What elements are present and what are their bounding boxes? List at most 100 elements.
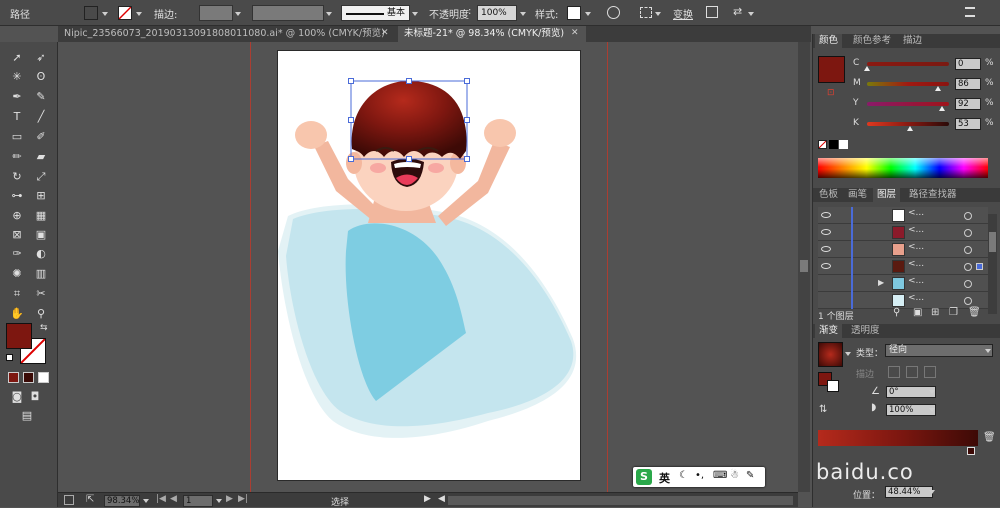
selection-indicator[interactable]: [976, 263, 983, 270]
gradient-preset-arrow[interactable]: [845, 352, 851, 356]
fill-dropdown-arrow[interactable]: [102, 12, 108, 16]
tab-untitled-21[interactable]: 未标题-21* @ 98.34% (CMYK/预览): [398, 26, 586, 42]
symbol-sprayer-icon[interactable]: ✺: [8, 266, 26, 282]
reverse-gradient-icon[interactable]: ⇅: [819, 404, 827, 415]
opacity-arrow[interactable]: [520, 12, 526, 16]
next-artboard-icon[interactable]: ▶: [226, 494, 233, 504]
none-color-swatch[interactable]: [818, 140, 827, 149]
locate-object-icon[interactable]: ⚲: [893, 307, 900, 318]
ime-moon-icon[interactable]: ☾: [679, 470, 688, 481]
eraser-tool-icon[interactable]: ▰: [32, 149, 50, 165]
transform-icon[interactable]: [706, 6, 718, 18]
default-colors-icon[interactable]: [6, 354, 13, 361]
zoom-tool-icon[interactable]: ⚲: [32, 306, 50, 322]
close-icon[interactable]: ✕: [381, 28, 389, 38]
slice-tool-icon[interactable]: ✂: [32, 286, 50, 302]
tab-transparency[interactable]: 透明度: [847, 324, 884, 338]
channel-value-k[interactable]: 53: [955, 118, 981, 130]
layer-row[interactable]: <...: [818, 241, 988, 258]
clipping-mask-icon[interactable]: ▣: [913, 307, 922, 318]
channel-value-m[interactable]: 86: [955, 78, 981, 90]
shape-builder-icon[interactable]: ⊕: [8, 208, 26, 224]
eye-icon[interactable]: [821, 263, 831, 269]
layer-row[interactable]: ▶ <...: [818, 275, 988, 292]
prev-artboard-icon[interactable]: ◀: [170, 494, 177, 504]
layer-row[interactable]: <...: [818, 207, 988, 224]
new-sublayer-icon[interactable]: ⊞: [931, 307, 939, 318]
graphic-style-arrow[interactable]: [585, 12, 591, 16]
swap-fill-stroke-icon[interactable]: ⇆: [40, 323, 48, 333]
ime-language-label[interactable]: 英: [659, 470, 670, 486]
opacity-field[interactable]: 100%: [477, 5, 517, 21]
variable-width-arrow[interactable]: [326, 12, 332, 16]
white-color-swatch[interactable]: [839, 140, 848, 149]
color-spectrum[interactable]: [818, 158, 988, 178]
mesh-tool-icon[interactable]: ⊠: [8, 227, 26, 243]
slider-thumb-k[interactable]: [907, 126, 914, 131]
stroke-across-icon[interactable]: [924, 366, 936, 378]
fill-swatch-front[interactable]: [6, 323, 32, 349]
rotate-tool-icon[interactable]: ↻: [8, 169, 26, 185]
slider-track-c[interactable]: [867, 62, 949, 66]
eye-icon[interactable]: [821, 212, 831, 218]
none-mode-icon[interactable]: [38, 372, 49, 383]
tab-brushes[interactable]: 画笔: [844, 188, 871, 202]
slider-thumb-c[interactable]: [864, 66, 870, 71]
zoom-arrow[interactable]: [143, 499, 149, 503]
stroke-in-icon[interactable]: [888, 366, 900, 378]
artboard[interactable]: [277, 50, 581, 481]
layer-row[interactable]: <...: [818, 258, 988, 275]
free-transform-icon[interactable]: ⊞: [32, 188, 50, 204]
scrollbar-thumb[interactable]: [800, 260, 808, 272]
transform-label[interactable]: 变换: [673, 6, 693, 21]
brush-style-field[interactable]: 基本: [341, 5, 410, 21]
target-icon[interactable]: [964, 212, 972, 220]
last-artboard-icon[interactable]: ▶|: [238, 494, 248, 504]
hand-tool-icon[interactable]: ✋: [8, 306, 26, 322]
gradient-type-select[interactable]: 径向: [885, 344, 993, 357]
target-icon[interactable]: [964, 297, 972, 305]
curvature-tool-icon[interactable]: ✎: [32, 89, 50, 105]
stroke-weight-arrow[interactable]: [235, 12, 241, 16]
stroke-label[interactable]: 描边:: [154, 6, 177, 21]
eye-icon[interactable]: [821, 229, 831, 235]
horizontal-scrollbar[interactable]: [448, 496, 793, 505]
gradient-stop-right[interactable]: [967, 447, 975, 455]
artboard-arrow[interactable]: [216, 499, 222, 503]
gradient-slider[interactable]: [818, 430, 978, 446]
angle-arrow[interactable]: [929, 390, 935, 394]
current-color-swatch[interactable]: [818, 56, 845, 83]
graphic-style-swatch[interactable]: [567, 6, 581, 20]
target-icon[interactable]: [964, 263, 972, 271]
layer-row[interactable]: <...: [818, 224, 988, 241]
tab-pathfinder[interactable]: 路径查找器: [905, 188, 961, 202]
pen-tool-icon[interactable]: ✒: [8, 89, 26, 105]
close-icon[interactable]: ✕: [571, 28, 579, 38]
tab-color[interactable]: 颜色: [815, 34, 843, 48]
tab-stroke[interactable]: 描边: [899, 34, 926, 48]
gradient-tool-icon[interactable]: ▣: [32, 227, 50, 243]
new-layer-icon[interactable]: ❐: [949, 307, 958, 318]
pencil-tool-icon[interactable]: ✏: [8, 149, 26, 165]
first-artboard-icon[interactable]: |◀: [156, 494, 166, 504]
ime-punct-icon[interactable]: •,: [695, 470, 704, 481]
color-mode-icon[interactable]: [8, 372, 19, 383]
target-icon[interactable]: [964, 280, 972, 288]
scale-tool-icon[interactable]: ⤢: [32, 169, 50, 185]
ime-settings-icon[interactable]: ✎: [746, 470, 754, 481]
align-icon[interactable]: [640, 7, 652, 18]
stroke-dropdown-arrow[interactable]: [136, 12, 142, 16]
scroll-left-icon[interactable]: ◀: [438, 494, 445, 504]
gradient-preview[interactable]: [818, 342, 843, 367]
tab-swatches[interactable]: 色板: [815, 188, 842, 202]
slider-thumb-y[interactable]: [939, 106, 946, 111]
column-graph-icon[interactable]: ▥: [32, 266, 50, 282]
slider-track-y[interactable]: [867, 102, 949, 106]
expand-arrow-icon[interactable]: ▶: [878, 278, 884, 287]
layers-scrollbar[interactable]: [988, 214, 997, 314]
tab-layers[interactable]: 图层: [873, 188, 901, 202]
tab-color-guide[interactable]: 颜色参考: [849, 34, 895, 48]
stroke-none-swatch[interactable]: [118, 6, 132, 20]
share-icon[interactable]: ⇱: [86, 494, 94, 505]
target-icon[interactable]: [964, 246, 972, 254]
